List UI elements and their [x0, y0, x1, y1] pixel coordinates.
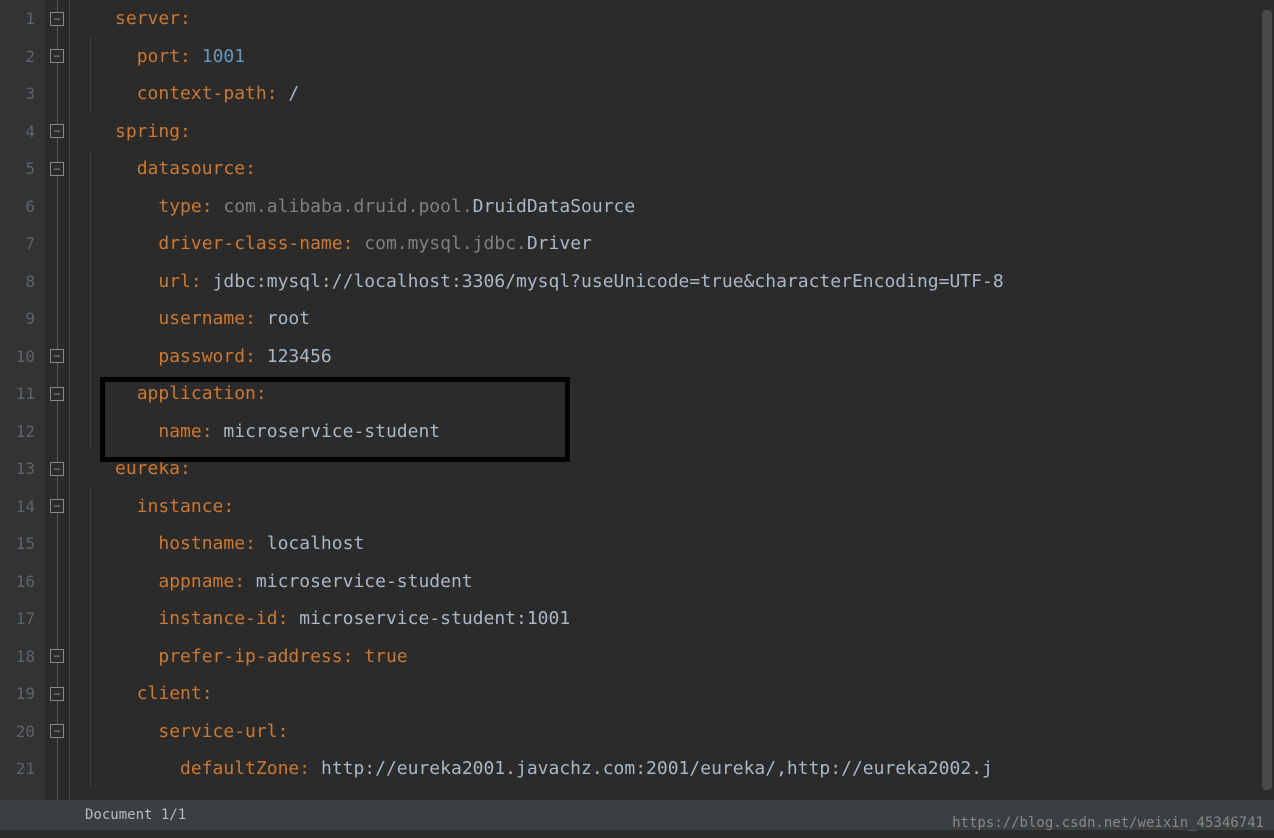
fold-toggle[interactable]: [50, 724, 64, 738]
fold-toggle[interactable]: [50, 12, 64, 26]
code-line: username: root: [115, 300, 1274, 338]
line-number[interactable]: 7: [0, 225, 35, 263]
code-line: datasource:: [115, 150, 1274, 188]
line-number[interactable]: 4: [0, 113, 35, 151]
line-number[interactable]: 5: [0, 150, 35, 188]
fold-gutter: [45, 0, 70, 800]
line-number[interactable]: 16: [0, 563, 35, 601]
code-line: port: 1001: [115, 38, 1274, 76]
fold-toggle[interactable]: [50, 499, 64, 513]
line-number[interactable]: 12: [0, 413, 35, 451]
fold-toggle[interactable]: [50, 124, 64, 138]
code-line: instance:: [115, 488, 1274, 526]
code-content[interactable]: server: port: 1001 context-path: / sprin…: [110, 0, 1274, 800]
editor: 1 2 3 4 5 6 7 8 9 10 11 12 13 14 15 16 1…: [0, 0, 1274, 800]
line-number[interactable]: 18: [0, 638, 35, 676]
fold-toggle[interactable]: [50, 387, 64, 401]
line-number[interactable]: 19: [0, 675, 35, 713]
document-indicator: Document 1/1: [85, 807, 186, 823]
line-number[interactable]: 13: [0, 450, 35, 488]
code-line: client:: [115, 675, 1274, 713]
line-number-gutter: 1 2 3 4 5 6 7 8 9 10 11 12 13 14 15 16 1…: [0, 0, 45, 800]
code-line: hostname: localhost: [115, 525, 1274, 563]
line-number[interactable]: 17: [0, 600, 35, 638]
code-line: service-url:: [115, 713, 1274, 751]
code-line: driver-class-name: com.mysql.jdbc.Driver: [115, 225, 1274, 263]
fold-toggle[interactable]: [50, 649, 64, 663]
code-line: prefer-ip-address: true: [115, 638, 1274, 676]
code-line: password: 123456: [115, 338, 1274, 376]
line-number[interactable]: 11: [0, 375, 35, 413]
fold-toggle[interactable]: [50, 162, 64, 176]
code-line: context-path: /: [115, 75, 1274, 113]
indent-guides: [70, 0, 110, 800]
line-number[interactable]: 3: [0, 75, 35, 113]
watermark-text: https://blog.csdn.net/weixin_45346741: [952, 815, 1264, 831]
line-number[interactable]: 21: [0, 750, 35, 788]
code-line: appname: microservice-student: [115, 563, 1274, 601]
line-number[interactable]: 6: [0, 188, 35, 226]
fold-toggle[interactable]: [50, 349, 64, 363]
code-line: type: com.alibaba.druid.pool.DruidDataSo…: [115, 188, 1274, 226]
line-number[interactable]: 14: [0, 488, 35, 526]
code-line: server:: [115, 0, 1274, 38]
fold-toggle[interactable]: [50, 49, 64, 63]
fold-toggle[interactable]: [50, 462, 64, 476]
code-line: name: microservice-student: [115, 413, 1274, 451]
code-line: spring:: [115, 113, 1274, 151]
code-line: instance-id: microservice-student:1001: [115, 600, 1274, 638]
line-number[interactable]: 20: [0, 713, 35, 751]
fold-toggle[interactable]: [50, 687, 64, 701]
line-number[interactable]: 1: [0, 0, 35, 38]
line-number[interactable]: 8: [0, 263, 35, 301]
line-number[interactable]: 10: [0, 338, 35, 376]
vertical-scrollbar[interactable]: [1262, 10, 1272, 790]
code-line: defaultZone: http://eureka2001.javachz.c…: [115, 750, 1274, 788]
line-number[interactable]: 9: [0, 300, 35, 338]
code-line: url: jdbc:mysql://localhost:3306/mysql?u…: [115, 263, 1274, 301]
line-number[interactable]: 2: [0, 38, 35, 76]
code-line: eureka:: [115, 450, 1274, 488]
line-number[interactable]: 15: [0, 525, 35, 563]
code-line: application:: [115, 375, 1274, 413]
